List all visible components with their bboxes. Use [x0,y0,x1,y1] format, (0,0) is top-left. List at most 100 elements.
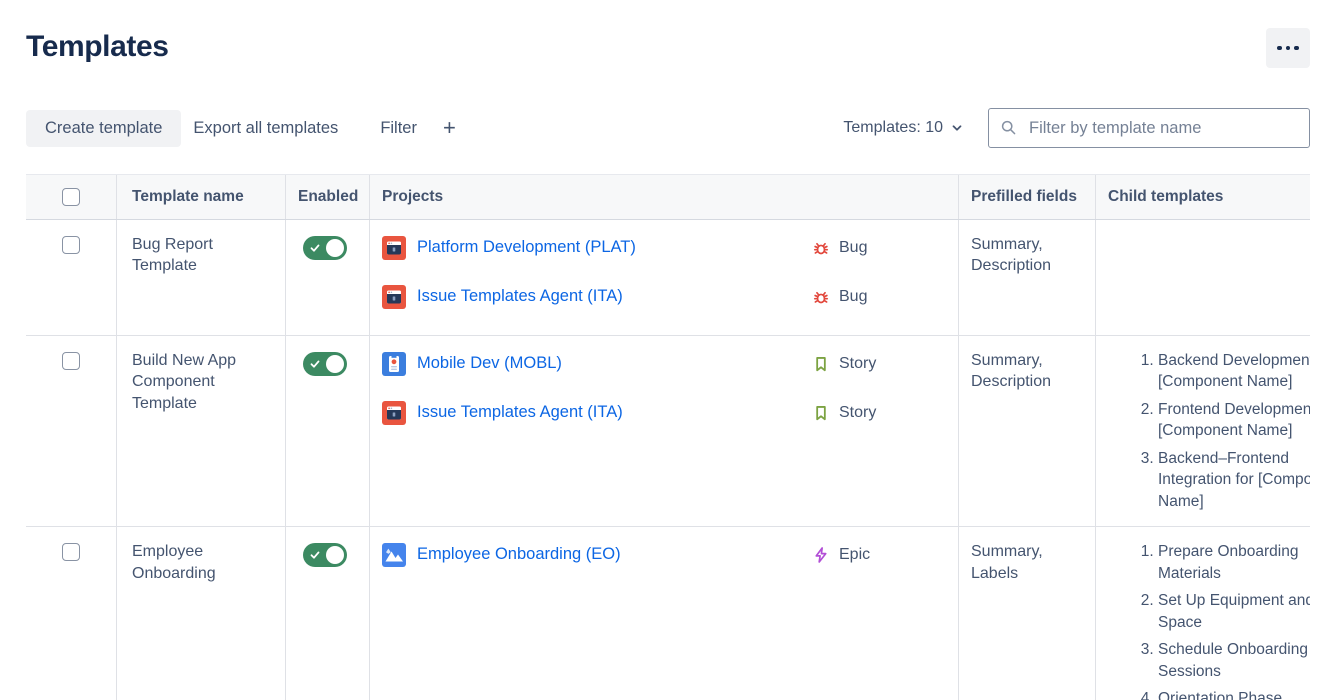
row-checkbox-cell [26,527,117,700]
child-templates [1096,220,1310,335]
search-input[interactable] [988,108,1310,148]
table-row: Build New App Component Template Mobile … [26,336,1310,528]
check-icon [309,549,321,561]
page-header: Templates [0,0,1342,68]
child-templates: Prepare Onboarding Materials Set Up Equi… [1096,527,1310,700]
child-template-item: Set Up Equipment and Space [1158,590,1310,633]
mountains-icon [382,543,406,567]
header-prefilled-fields: Prefilled fields [959,175,1096,219]
child-template-item: Schedule Onboarding Sessions [1158,639,1310,682]
enabled-toggle[interactable] [303,236,347,260]
enabled-toggle[interactable] [303,543,347,567]
row-checkbox-cell [26,220,117,335]
template-name: Bug Report Template [117,220,286,335]
child-templates-list: Backend Development [Component Name] Fro… [1108,350,1310,513]
templates-table: Template name Enabled Projects Prefilled… [26,174,1310,700]
story-icon [812,355,830,373]
issue-type-label: Story [839,353,876,375]
mobile-phone-icon [382,352,406,376]
prefilled-fields: Summary, Description [959,336,1096,527]
header-enabled: Enabled [286,175,370,219]
child-template-item: Prepare Onboarding Materials [1158,541,1310,584]
row-checkbox[interactable] [62,236,80,254]
table-row: Bug Report Template Platform Development… [26,220,1310,336]
template-name: Employee Onboarding [117,527,286,700]
templates-page: Templates Create template Export all tem… [0,0,1342,700]
project-line: Employee Onboarding (EO) Epic [382,543,946,567]
epic-icon [812,546,830,564]
more-icon [1294,46,1299,51]
enabled-cell [286,336,370,527]
header-template-name: Template name [117,175,286,219]
project-line: Issue Templates Agent (ITA) Bug [382,285,946,309]
projects-cell: Mobile Dev (MOBL) Story Issue Templates … [370,336,959,527]
add-filter-button[interactable]: + [435,113,464,143]
table-header-row: Template name Enabled Projects Prefilled… [26,174,1310,220]
story-icon [812,404,830,422]
select-all-checkbox[interactable] [62,188,80,206]
child-template-item: Orientation Phase [1158,688,1310,700]
toggle-knob [326,546,344,564]
child-templates-list: Prepare Onboarding Materials Set Up Equi… [1108,541,1310,700]
export-all-templates-button[interactable]: Export all templates [181,110,350,147]
more-icon [1277,46,1282,51]
filter-button[interactable]: Filter [368,110,429,147]
toggle-knob [326,239,344,257]
issue-type-label: Bug [839,237,867,259]
child-template-item: Backend Development [Component Name] [1158,350,1310,393]
project-line: Issue Templates Agent (ITA) Story [382,401,946,425]
project-link[interactable]: Platform Development (PLAT) [417,237,636,259]
issue-type: Bug [812,286,867,308]
issue-type: Bug [812,237,867,259]
enabled-cell [286,527,370,700]
table-row: Employee Onboarding Employee Onboarding … [26,527,1310,700]
app-window-icon [382,401,406,425]
issue-type-label: Epic [839,544,870,566]
project-link[interactable]: Employee Onboarding (EO) [417,544,621,566]
template-name: Build New App Component Template [117,336,286,527]
create-template-button[interactable]: Create template [26,110,181,147]
child-templates: Backend Development [Component Name] Fro… [1096,336,1310,527]
header-child-templates: Child templates [1096,175,1310,219]
row-checkbox-cell [26,336,117,527]
page-title: Templates [26,28,169,66]
check-icon [309,242,321,254]
check-icon [309,358,321,370]
row-checkbox[interactable] [62,543,80,561]
header-checkbox-cell [26,175,117,219]
child-template-item: Frontend Development [Component Name] [1158,399,1310,442]
prefilled-fields: Summary, Description [959,220,1096,335]
more-icon [1286,46,1291,51]
search-box [988,108,1310,148]
enabled-cell [286,220,370,335]
project-link[interactable]: Mobile Dev (MOBL) [417,353,562,375]
project-link[interactable]: Issue Templates Agent (ITA) [417,286,623,308]
row-checkbox[interactable] [62,352,80,370]
app-window-icon [382,285,406,309]
bug-icon [812,239,830,257]
prefilled-fields: Summary, Labels [959,527,1096,700]
project-line: Mobile Dev (MOBL) Story [382,352,946,376]
toolbar-right-group: Templates: 10 [837,108,1310,148]
bug-icon [812,288,830,306]
project-line: Platform Development (PLAT) Bug [382,236,946,260]
app-window-icon [382,236,406,260]
toggle-knob [326,355,344,373]
projects-cell: Employee Onboarding (EO) Epic [370,527,959,700]
templates-count-dropdown[interactable]: Templates: 10 [837,118,970,138]
issue-type: Story [812,402,876,424]
chevron-down-icon [950,121,964,135]
search-icon [1000,119,1017,136]
issue-type: Epic [812,544,870,566]
issue-type-label: Story [839,402,876,424]
project-link[interactable]: Issue Templates Agent (ITA) [417,402,623,424]
toolbar: Create template Export all templates Fil… [0,108,1342,148]
enabled-toggle[interactable] [303,352,347,376]
issue-type: Story [812,353,876,375]
more-actions-button[interactable] [1266,28,1310,68]
projects-cell: Platform Development (PLAT) Bug Issue Te… [370,220,959,335]
child-template-item: Backend–Frontend Integration for [Compon… [1158,448,1310,513]
issue-type-label: Bug [839,286,867,308]
header-projects: Projects [370,175,959,219]
templates-count-label: Templates: 10 [843,119,943,137]
